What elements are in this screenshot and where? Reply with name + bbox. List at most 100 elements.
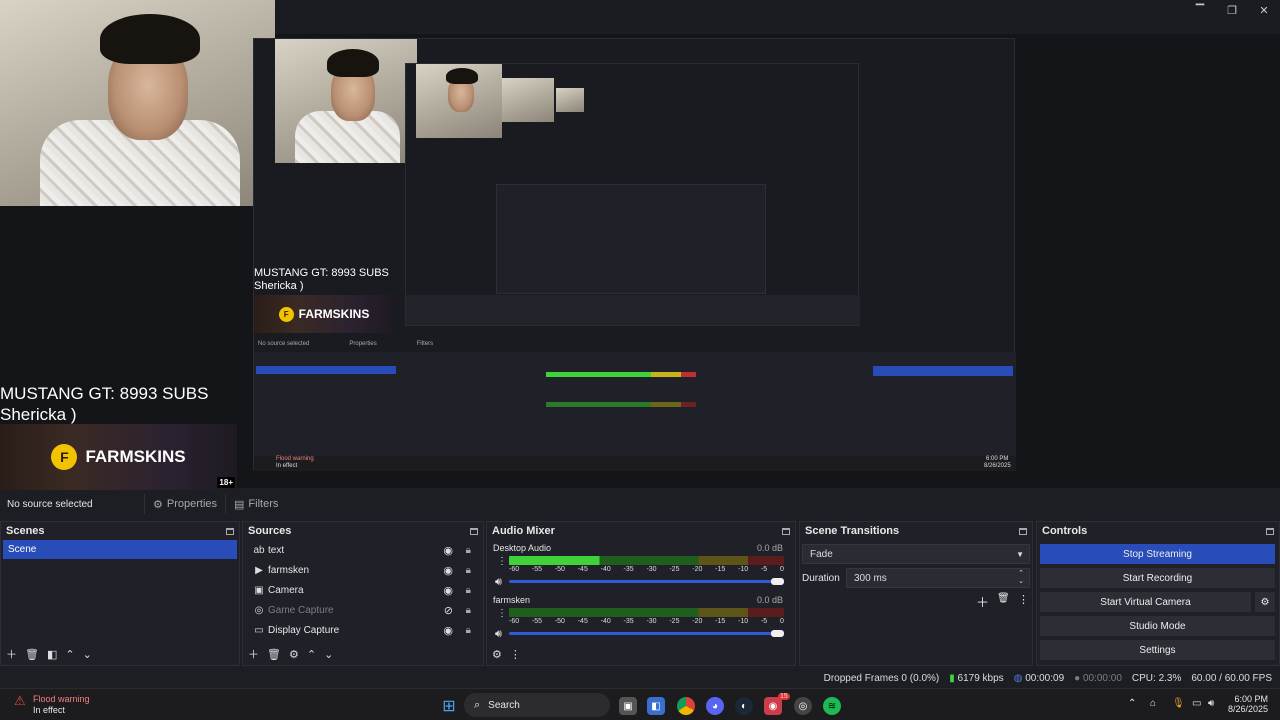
add-transition-button[interactable]: ＋ bbox=[976, 592, 989, 611]
volume-slider[interactable] bbox=[509, 580, 784, 583]
studio-mode-button[interactable]: Studio Mode bbox=[1040, 616, 1275, 636]
lock-icon[interactable]: 🔒︎ bbox=[466, 585, 471, 596]
close-button[interactable]: ✕ bbox=[1248, 0, 1280, 20]
volume-knob[interactable] bbox=[771, 578, 784, 585]
lock-icon[interactable]: 🔒︎ bbox=[466, 545, 471, 556]
filter-icon: ▤ bbox=[234, 498, 245, 511]
minimize-button[interactable]: ▔ bbox=[1184, 0, 1216, 20]
nested-taskbar: Flood warning In effect 6:00 PM 8/26/202… bbox=[254, 456, 1016, 471]
filters-button[interactable]: ▤ Filters bbox=[225, 494, 286, 514]
meter-tick-label: -5 bbox=[760, 618, 768, 625]
speaker-icon[interactable]: 🔊︎ bbox=[495, 576, 502, 589]
nested-farmskins-banner: F FARMSKINS bbox=[254, 295, 394, 333]
steam-icon[interactable]: ◐ bbox=[735, 697, 753, 715]
lock-icon[interactable]: 🔒︎ bbox=[466, 625, 471, 636]
move-up-button[interactable]: ⌃ bbox=[307, 648, 316, 661]
move-up-button[interactable]: ⌃ bbox=[65, 648, 74, 661]
properties-button[interactable]: ⚙ Properties bbox=[144, 494, 225, 514]
sources-toolbar: ＋ 🗑 ⚙ ⌃ ⌄ bbox=[243, 645, 483, 663]
taskbar-search[interactable]: ⌕ Search bbox=[464, 693, 610, 717]
spinner-icon[interactable]: ⌃ ⌄ bbox=[1018, 570, 1024, 586]
network-icon[interactable]: ⌂ bbox=[1150, 698, 1156, 709]
volume-meter bbox=[509, 556, 784, 565]
undock-icon[interactable] bbox=[470, 527, 478, 535]
chevron-up-icon[interactable]: ⌃ bbox=[1128, 698, 1136, 709]
channel-menu-icon[interactable]: ⋮ bbox=[497, 556, 507, 567]
meter-tick-label: -60 bbox=[509, 566, 520, 573]
undock-icon[interactable] bbox=[226, 527, 234, 535]
meter-tick-label: -10 bbox=[738, 618, 749, 625]
nested-docks-mini bbox=[406, 295, 860, 325]
spotify-icon[interactable]: ≋ bbox=[823, 697, 841, 715]
restore-button[interactable]: ❐ bbox=[1216, 0, 1248, 20]
discord-icon[interactable]: ◕ bbox=[706, 697, 724, 715]
source-row-display-capture[interactable]: ▭ Display Capture ◉ 🔒︎ bbox=[243, 620, 483, 640]
undock-icon[interactable] bbox=[1266, 527, 1274, 535]
volume-icon[interactable]: 🔊︎ bbox=[1208, 698, 1214, 709]
weather-sub: In effect bbox=[33, 705, 65, 715]
undock-icon[interactable] bbox=[1019, 527, 1027, 535]
media-icon: ▶ bbox=[255, 564, 263, 576]
eye-icon[interactable]: ◉ bbox=[443, 544, 453, 557]
advanced-audio-button[interactable]: ⚙ bbox=[492, 648, 502, 661]
source-row-text[interactable]: ab text ◉ 🔒︎ bbox=[243, 540, 483, 560]
settings-button[interactable]: Settings bbox=[1040, 640, 1275, 660]
clock[interactable]: 6:00 PM 8/26/2025 bbox=[1228, 694, 1268, 714]
remove-scene-button[interactable]: 🗑 bbox=[25, 648, 39, 661]
chrome-icon[interactable] bbox=[677, 697, 695, 715]
volume-slider[interactable] bbox=[509, 632, 784, 635]
preview-canvas[interactable]: MUSTANG GT: 8993 SUBS Shericka ) F FARMS… bbox=[0, 0, 1280, 490]
scene-item[interactable]: Scene bbox=[3, 540, 237, 559]
start-virtual-camera-button[interactable]: Start Virtual Camera bbox=[1040, 592, 1251, 612]
source-row-game-capture[interactable]: ◎ Game Capture ⊘ 🔒︎ bbox=[243, 600, 483, 620]
minimize-icon: ▔ bbox=[1195, 4, 1205, 17]
eye-icon[interactable]: ◉ bbox=[443, 564, 453, 577]
undock-icon[interactable] bbox=[782, 527, 790, 535]
meter-tick-label: 0 bbox=[779, 566, 784, 573]
source-row-farmsken[interactable]: ▶ farmsken ◉ 🔒︎ bbox=[243, 560, 483, 580]
record-icon: ● bbox=[1074, 672, 1081, 684]
speaker-icon[interactable]: 🔊︎ bbox=[495, 628, 502, 641]
add-scene-button[interactable]: ＋ bbox=[6, 646, 17, 662]
microphone-icon[interactable]: 🎙︎ bbox=[1172, 698, 1185, 709]
eye-hidden-icon[interactable]: ⊘ bbox=[444, 604, 453, 617]
scene-filters-button[interactable]: ◧ bbox=[47, 648, 57, 661]
meter-tick-label: -50 bbox=[554, 618, 565, 625]
scenes-toolbar: ＋ 🗑 ◧ ⌃ ⌄ bbox=[1, 645, 239, 663]
notification-badge: 15 bbox=[778, 693, 790, 700]
scenes-title: Scenes bbox=[6, 525, 45, 537]
source-row-camera[interactable]: ▣ Camera ◉ 🔒︎ bbox=[243, 580, 483, 600]
lock-icon[interactable]: 🔒︎ bbox=[466, 605, 471, 616]
eye-icon[interactable]: ◉ bbox=[443, 584, 453, 597]
nested-subs-text: MUSTANG GT: 8993 SUBS Shericka ) bbox=[254, 267, 389, 292]
virtual-camera-settings-button[interactable]: ⚙ bbox=[1255, 592, 1275, 612]
controls-dock: Controls Stop Streaming Start Recording … bbox=[1036, 521, 1280, 666]
eye-icon[interactable]: ◉ bbox=[443, 624, 453, 637]
audio-menu-button[interactable]: ⋮ bbox=[510, 648, 521, 661]
add-source-button[interactable]: ＋ bbox=[248, 646, 259, 662]
store-icon[interactable]: ◧ bbox=[647, 697, 665, 715]
bitrate: ▮ 6179 kbps bbox=[949, 672, 1004, 684]
app-icon[interactable]: ◎ bbox=[794, 697, 812, 715]
move-down-button[interactable]: ⌄ bbox=[83, 648, 92, 661]
move-down-button[interactable]: ⌄ bbox=[324, 648, 333, 661]
duration-input[interactable]: 300 ms ⌃ ⌄ bbox=[846, 568, 1030, 588]
task-view-icon[interactable]: ▣ bbox=[619, 697, 637, 715]
weather-title[interactable]: Flood warning bbox=[33, 694, 90, 704]
windows-start-icon[interactable]: ⊞ bbox=[440, 697, 458, 715]
remove-source-button[interactable]: 🗑 bbox=[267, 648, 281, 661]
monitor-tray-icon[interactable]: ▭ bbox=[1192, 698, 1201, 709]
start-recording-button[interactable]: Start Recording bbox=[1040, 568, 1275, 588]
meter-tick-label: 0 bbox=[779, 618, 784, 625]
source-properties-button[interactable]: ⚙ bbox=[289, 648, 299, 661]
meter-tick-label: -25 bbox=[669, 566, 680, 573]
transition-menu-button[interactable]: ⋮ bbox=[1018, 593, 1029, 606]
lock-icon[interactable]: 🔒︎ bbox=[466, 565, 471, 576]
gamepad-icon: ◎ bbox=[254, 604, 264, 616]
channel-menu-icon[interactable]: ⋮ bbox=[497, 608, 507, 619]
volume-knob[interactable] bbox=[771, 630, 784, 637]
stop-streaming-button[interactable]: Stop Streaming bbox=[1040, 544, 1275, 564]
transition-select[interactable]: Fade ▼ bbox=[802, 544, 1030, 564]
remove-transition-button[interactable]: 🗑 bbox=[997, 593, 1010, 604]
status-bar: Dropped Frames 0 (0.0%) ▮ 6179 kbps ◍ 00… bbox=[0, 668, 1280, 688]
